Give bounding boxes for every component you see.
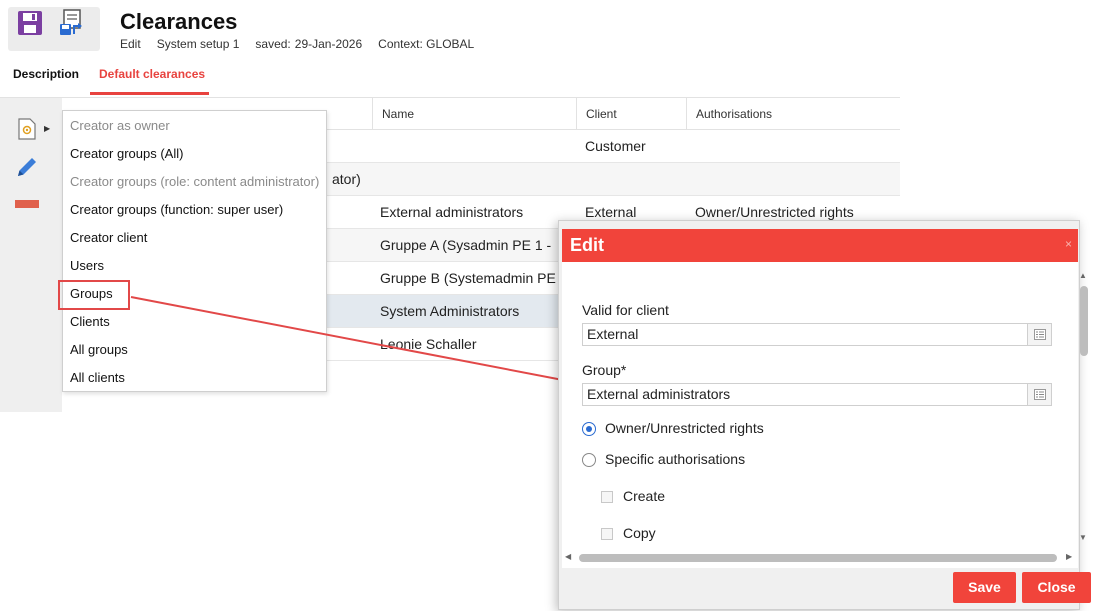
- menu-item-clients[interactable]: Clients: [70, 312, 110, 332]
- tab-default-clearances[interactable]: Default clearances: [99, 67, 205, 81]
- group-value: External administrators: [587, 386, 731, 402]
- system-text: System setup 1: [156, 37, 240, 51]
- checkbox-create[interactable]: [601, 491, 613, 503]
- valid-for-client-field[interactable]: External: [582, 323, 1052, 346]
- radio-owner-label: Owner/Unrestricted rights: [605, 420, 764, 436]
- save-button[interactable]: Save: [953, 572, 1016, 603]
- checkbox-create-label: Create: [623, 488, 666, 504]
- menu-item-all-groups[interactable]: All groups: [70, 340, 128, 360]
- saved-label: saved:: [255, 37, 291, 51]
- cell-name: Leonie Schaller: [380, 336, 477, 352]
- annotation-highlight-box: [58, 280, 130, 310]
- context-text: Context: GLOBAL: [378, 37, 475, 51]
- menu-item-all-clients[interactable]: All clients: [70, 368, 125, 388]
- radio-owner-unrestricted[interactable]: [582, 422, 596, 436]
- cell-name: External administrators: [380, 204, 524, 220]
- checkbox-copy[interactable]: [601, 528, 613, 540]
- saved-info: saved: 29-Jan-2026: [255, 37, 362, 51]
- cell-client: Customer: [585, 138, 646, 154]
- dialog-header: Edit ×: [562, 229, 1078, 262]
- scroll-down-icon[interactable]: ▼: [1079, 533, 1087, 542]
- horizontal-scrollbar[interactable]: [579, 554, 1057, 562]
- page-title: Clearances: [120, 9, 238, 34]
- scroll-right-icon[interactable]: ▶: [1066, 552, 1072, 561]
- column-header-authorisations[interactable]: Authorisations: [686, 98, 900, 130]
- valid-for-client-label: Valid for client: [582, 302, 669, 318]
- scroll-up-icon[interactable]: ▲: [1079, 271, 1087, 280]
- saved-date: 29-Jan-2026: [294, 37, 363, 51]
- group-field[interactable]: External administrators: [582, 383, 1052, 406]
- menu-item-creator-groups-role: Creator groups (role: content administra…: [70, 174, 320, 189]
- active-tab-indicator: [90, 92, 209, 95]
- dialog-body: Valid for client External Group* Externa…: [562, 262, 1078, 568]
- new-clearance-menu: Creator as owner Creator groups (All) Cr…: [62, 110, 327, 392]
- caret-right-icon[interactable]: ▶: [44, 124, 50, 133]
- delete-icon[interactable]: [15, 200, 39, 208]
- action-bar: [0, 98, 62, 412]
- save-icon[interactable]: [16, 9, 44, 37]
- lookup-button[interactable]: [1027, 324, 1051, 345]
- menu-item-creator-as-owner: Creator as owner: [70, 118, 170, 133]
- group-label: Group*: [582, 362, 627, 378]
- close-button[interactable]: Close: [1022, 572, 1091, 603]
- scroll-left-icon[interactable]: ◀: [565, 552, 571, 561]
- edit-dialog: Edit × Valid for client External Group* …: [558, 220, 1091, 610]
- cell-name: System Administrators: [380, 303, 520, 319]
- menu-item-creator-client[interactable]: Creator client: [70, 228, 147, 248]
- new-document-icon[interactable]: [17, 118, 37, 140]
- checkbox-copy-label: Copy: [623, 525, 656, 541]
- lookup-button[interactable]: [1027, 384, 1051, 405]
- pencil-icon[interactable]: [15, 155, 39, 179]
- lookup-list-icon: [1034, 389, 1046, 400]
- menu-item-creator-groups-all[interactable]: Creator groups (All): [70, 144, 183, 164]
- menu-item-creator-groups-function[interactable]: Creator groups (function: super user): [70, 200, 283, 220]
- meta-row: Edit System setup 1 saved: 29-Jan-2026 C…: [120, 37, 474, 51]
- export-icon[interactable]: [56, 8, 86, 38]
- column-header-name[interactable]: Name: [372, 98, 577, 130]
- dialog-title: Edit: [570, 235, 604, 255]
- mode-text: Edit: [120, 37, 141, 51]
- radio-specific-authorisations[interactable]: [582, 453, 596, 467]
- vertical-scrollbar[interactable]: [1080, 286, 1088, 356]
- cell-name: Gruppe B (Systemadmin PE I: [380, 270, 556, 286]
- cell-name: Gruppe A (Sysadmin PE 1 - I...: [380, 237, 556, 253]
- close-icon[interactable]: ×: [1065, 237, 1072, 251]
- lookup-list-icon: [1034, 329, 1046, 340]
- radio-specific-label: Specific authorisations: [605, 451, 746, 467]
- column-header-client[interactable]: Client: [576, 98, 686, 130]
- menu-item-users[interactable]: Users: [70, 256, 104, 276]
- valid-for-client-value: External: [587, 326, 639, 342]
- tab-description[interactable]: Description: [13, 67, 79, 81]
- cell-truncated: ator): [332, 171, 361, 187]
